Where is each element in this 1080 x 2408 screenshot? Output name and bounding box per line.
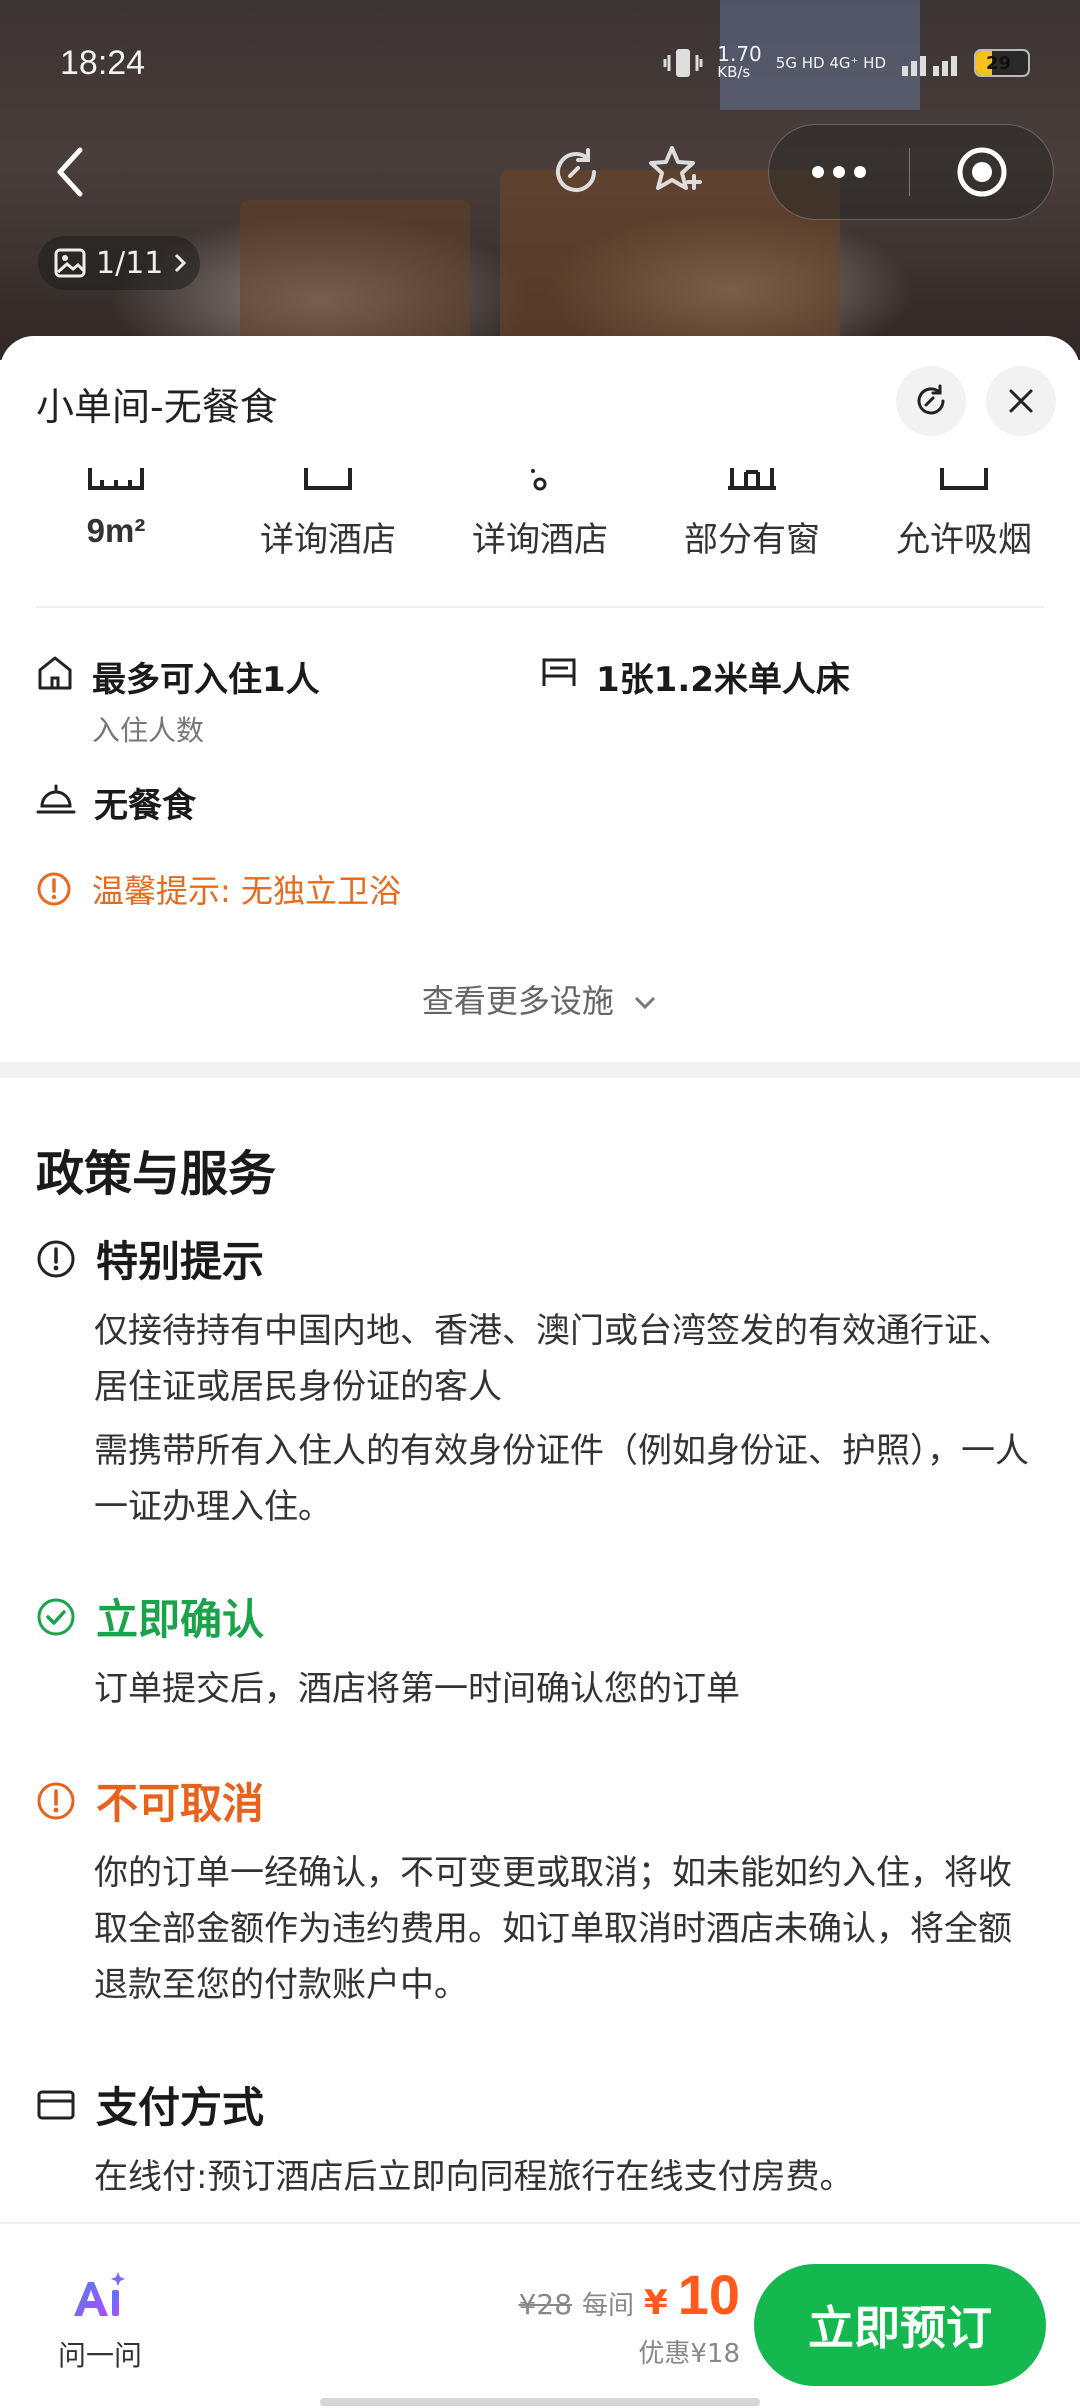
share-button[interactable] [896,366,966,436]
ask-ai-button[interactable]: 问一问 [40,2268,160,2374]
chevron-down-icon [635,996,656,1010]
payment-method: 支付方式 在线付:预订酒店后立即向同程旅行在线支付房费。 [36,2074,1044,2205]
info-circle-icon [37,1240,75,1277]
more-facilities-link[interactable]: 查看更多设施 [0,976,1080,1022]
close-icon [1009,389,1033,413]
area-icon [88,468,144,490]
dining-bell-icon [36,784,76,814]
ai-icon [74,2272,125,2316]
occupancy-title: 最多可入住1人 [92,660,320,700]
instant-confirm: 立即确认 订单提交后，酒店将第一时间确认您的订单 [36,1586,1044,1717]
bed-info: 1张1.2米单人床 [540,652,850,701]
bed-title: 1张1.2米单人床 [596,660,850,700]
instant-confirm-text: 订单提交后，酒店将第一时间确认您的订单 [94,1669,740,1709]
net-speed: 1.70 [717,42,762,66]
refresh-share-icon [917,384,945,415]
facility-strip: 9m² 详询酒店 详询酒店 部分有窗 允许吸烟 [0,456,1080,606]
battery-level: 29 [986,52,1012,74]
favorite-star-icon[interactable] [642,140,706,204]
policy-section-title: 政策与服务 [36,1146,277,1202]
special-notice-line: 仅接待持有中国内地、香港、澳门或台湾签发的有效通行证、居住证或居民身份证的客人 [94,1311,1012,1407]
wifi-icon [531,469,547,491]
photo-counter-text: 1/11 [96,245,164,281]
currency-symbol: ¥ [644,2283,668,2323]
current-price: 10 [677,2263,740,2326]
status-time: 18:24 [60,43,146,82]
more-options-icon[interactable] [769,166,909,178]
warning-text: 温馨提示: 无独立卫浴 [92,872,401,910]
payment-text: 在线付:预订酒店后立即向同程旅行在线支付房费。 [94,2157,854,2197]
mini-program-capsule [768,124,1054,220]
facility-floor: 详询酒店 [228,456,428,561]
warning-circle-icon [37,1782,75,1819]
back-arrow-icon[interactable] [48,140,92,204]
close-program-icon[interactable] [910,144,1053,200]
facility-smoking: 允许吸烟 [864,456,1064,561]
occupancy-info: 最多可入住1人 入住人数 [36,652,320,749]
ask-ai-label: 问一问 [57,2339,142,2372]
warning-circle-icon [37,872,71,906]
facility-label: 允许吸烟 [896,520,1032,560]
payment-title: 支付方式 [96,2083,265,2132]
occupancy-sub: 入住人数 [92,714,205,747]
cancellation-policy: 不可取消 你的订单一经确认，不可变更或取消；如未能如约入住，将收取全部金额作为违… [36,1770,1044,2013]
warning-notice: 温馨提示: 无独立卫浴 [36,866,401,912]
floor-icon [304,468,352,490]
facility-window: 部分有窗 [652,456,852,561]
bed-icon [542,658,576,686]
house-icon [38,656,72,690]
image-icon [54,248,86,278]
price-block: ¥28 每间 ¥ 10 优惠¥18 [519,2262,740,2370]
close-button[interactable] [986,366,1056,436]
facility-label: 部分有窗 [684,520,820,560]
vibrate-icon [663,49,703,77]
home-indicator[interactable] [320,2398,760,2406]
room-title: 小单间-无餐食 [36,385,278,429]
facility-label: 详询酒店 [260,520,396,560]
divider [36,606,1044,608]
section-gap [0,1062,1080,1078]
meal-info: 无餐食 [36,778,196,827]
chevron-right-icon [175,253,187,273]
original-price: ¥28 [518,2288,573,2321]
special-notice: 特别提示 仅接待持有中国内地、香港、澳门或台湾签发的有效通行证、居住证或居民身份… [36,1228,1044,1535]
share-icon[interactable] [544,140,608,204]
discount-label[interactable]: 优惠¥18 [519,2333,740,2370]
photo-counter[interactable]: 1/11 [38,236,200,290]
per-room-label: 每间 [582,2291,635,2321]
more-facilities-label: 查看更多设施 [421,982,614,1020]
cancellation-title: 不可取消 [96,1779,265,1828]
net-speed-unit: KB/s [717,63,751,81]
facility-label: 9m² [86,512,146,549]
booking-bar: 问一问 ¥28 每间 ¥ 10 优惠¥18 立即预订 [0,2222,1080,2408]
meal-title: 无餐食 [94,786,196,826]
room-detail-sheet: 小单间-无餐食 9m² 详询酒店 详询酒店 部分有窗 允许吸烟 最多可入住1人 … [0,336,1080,2408]
facility-label: 详询酒店 [472,520,608,560]
card-icon [37,2090,75,2119]
facility-area: 9m² [16,456,216,550]
network-label: 5G HD 4G⁺ HD [775,54,886,72]
window-icon [728,468,776,490]
special-notice-title: 特别提示 [96,1237,265,1286]
status-bar: 18:24 1.70 KB/s 5G HD 4G⁺ HD 29 [60,38,1030,88]
smoking-icon [940,468,988,490]
check-circle-icon [37,1598,75,1635]
signal-icon [902,56,957,76]
cancellation-text: 你的订单一经确认，不可变更或取消；如未能如约入住，将收取全部金额作为违约费用。如… [94,1853,1012,2005]
instant-confirm-title: 立即确认 [96,1595,265,1644]
special-notice-line: 需携带所有入住人的有效身份证件（例如身份证、护照），一人一证办理入住。 [94,1431,1029,1527]
facility-wifi: 详询酒店 [440,456,640,561]
book-now-button[interactable]: 立即预订 [754,2264,1046,2386]
battery-icon: 29 [974,49,1030,77]
